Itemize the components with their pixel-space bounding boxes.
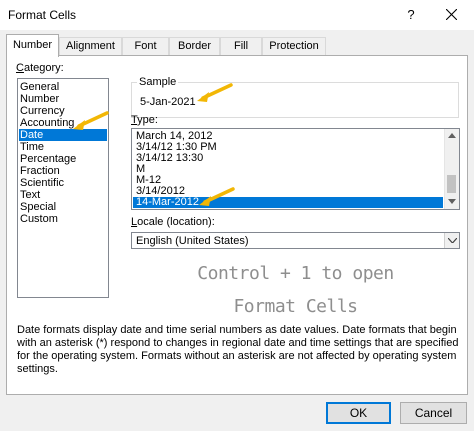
category-item-general[interactable]: General [19,81,107,93]
tab-protection[interactable]: Protection [262,37,326,56]
window-title: Format Cells [8,8,77,22]
locale-label: Locale (location): [131,216,215,228]
category-label: Category: [16,62,64,74]
annotation-arrow-icon [73,111,109,130]
close-button[interactable] [430,0,474,30]
tab-border[interactable]: Border [169,37,220,56]
scroll-down-arrow-icon[interactable] [448,199,456,204]
title-bar: Format Cells ? [0,0,474,30]
chevron-down-icon [448,238,457,243]
ok-button[interactable]: OK [326,402,391,424]
type-list[interactable]: March 14, 2012 3/14/12 1:30 PM 3/14/12 1… [131,128,460,210]
type-item[interactable]: 3/14/12 13:30 [133,153,443,164]
close-icon [446,9,457,20]
tab-font[interactable]: Font [122,37,169,56]
overlay-caption-line1: Control + 1 to open [197,263,394,284]
category-item-special[interactable]: Special [19,201,107,213]
type-label: Type: [131,114,158,126]
locale-dropdown[interactable]: English (United States) [131,232,460,249]
category-item-percentage[interactable]: Percentage [19,153,107,165]
annotation-arrow-icon [197,83,233,102]
scroll-thumb[interactable] [447,175,456,193]
sample-label: Sample [137,76,179,88]
category-item-fraction[interactable]: Fraction [19,165,107,177]
format-description: Date formats display date and time seria… [17,324,459,375]
category-item-text[interactable]: Text [19,189,107,201]
locale-value: English (United States) [136,235,249,247]
type-item-selected[interactable]: 14-Mar-2012 [133,197,443,208]
tab-number[interactable]: Number [6,34,59,57]
tab-fill[interactable]: Fill [220,37,262,56]
type-list-scrollbar[interactable] [444,129,459,209]
category-item-custom[interactable]: Custom [19,213,107,225]
locale-dropdown-button[interactable] [444,233,459,248]
tab-strip: Number Alignment Font Border Fill Protec… [6,34,466,57]
tab-alignment[interactable]: Alignment [59,37,122,56]
number-tab-panel: Category: General Number Currency Accoun… [6,55,468,395]
type-item[interactable]: M [133,164,443,175]
category-item-time[interactable]: Time [19,141,107,153]
scroll-up-arrow-icon[interactable] [448,133,456,138]
help-button[interactable]: ? [400,4,422,26]
category-item-scientific[interactable]: Scientific [19,177,107,189]
overlay-caption-line2: Format Cells [233,296,358,317]
sample-value: 5-Jan-2021 [140,96,196,108]
category-item-number[interactable]: Number [19,93,107,105]
annotation-arrow-icon [199,187,235,206]
cancel-button[interactable]: Cancel [400,402,467,424]
